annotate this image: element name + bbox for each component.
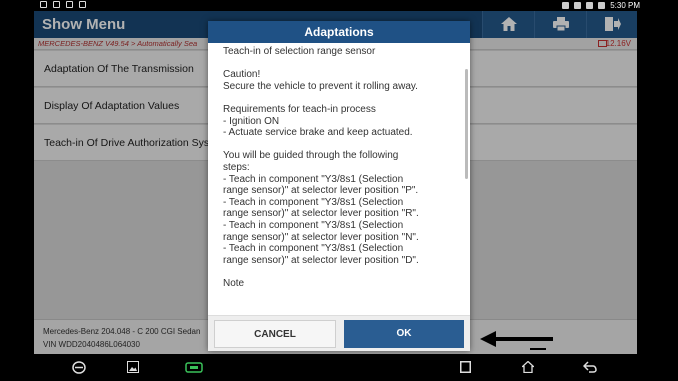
back-icon[interactable] xyxy=(583,361,597,373)
ok-button[interactable]: OK xyxy=(344,320,464,348)
caution-text: Secure the vehicle to prevent it rolling… xyxy=(223,80,418,92)
notification-icons xyxy=(40,1,86,8)
steps-intro: You will be guided through the following xyxy=(223,150,399,162)
cancel-button[interactable]: CANCEL xyxy=(214,320,336,348)
step-item: range sensor)" at selector lever positio… xyxy=(223,185,419,197)
requirement-item: - Ignition ON xyxy=(223,115,280,127)
dialog-content: Teach-in of selection range sensor Cauti… xyxy=(223,46,463,289)
note-partial: Note xyxy=(223,277,245,289)
status-bar: 5:30 PM xyxy=(0,0,678,11)
settings-notification-icon xyxy=(79,1,86,8)
vci-icon[interactable] xyxy=(185,361,203,374)
battery-icon xyxy=(598,2,606,9)
gallery-icon[interactable] xyxy=(127,361,139,373)
home-nav-icon[interactable] xyxy=(522,361,534,373)
browser-icon[interactable] xyxy=(72,361,86,374)
usb-notification-icon xyxy=(66,1,73,8)
caution-title: Caution! xyxy=(223,69,261,81)
dialog-heading: Teach-in of selection range sensor xyxy=(223,46,376,57)
clock: 5:30 PM xyxy=(610,1,640,10)
step-item: - Teach in component "Y3/8s1 (Selection xyxy=(223,196,404,208)
android-nav-bar xyxy=(0,354,678,381)
step-item: range sensor)" at selector lever positio… xyxy=(223,254,419,266)
arrow-annotation-icon xyxy=(480,331,553,350)
dialog-body[interactable]: Teach-in of selection range sensor Cauti… xyxy=(208,43,470,315)
step-item: - Teach in component "Y3/8s1 (Selection xyxy=(223,243,404,255)
dialog-scrollbar[interactable] xyxy=(465,69,468,179)
requirements-title: Requirements for teach-in process xyxy=(223,103,376,115)
step-item: - Teach in component "Y3/8s1 (Selection xyxy=(223,219,404,231)
cast-icon xyxy=(562,2,570,9)
step-item: range sensor)" at selector lever positio… xyxy=(223,208,419,220)
step-item: range sensor)" at selector lever positio… xyxy=(223,231,419,243)
dialog-button-row: CANCEL OK xyxy=(208,315,470,351)
wifi-icon xyxy=(586,2,594,9)
requirement-item: - Actuate service brake and keep actuate… xyxy=(223,127,413,139)
image-notification-icon xyxy=(40,1,47,8)
step-item: - Teach in component "Y3/8s1 (Selection xyxy=(223,173,404,185)
bluetooth-icon xyxy=(574,2,582,9)
adaptations-dialog: Adaptations Teach-in of selection range … xyxy=(208,21,470,351)
photo-notification-icon xyxy=(53,1,60,8)
dialog-title: Adaptations xyxy=(208,21,470,43)
recent-apps-icon[interactable] xyxy=(460,361,471,373)
steps-intro: steps: xyxy=(223,161,250,173)
